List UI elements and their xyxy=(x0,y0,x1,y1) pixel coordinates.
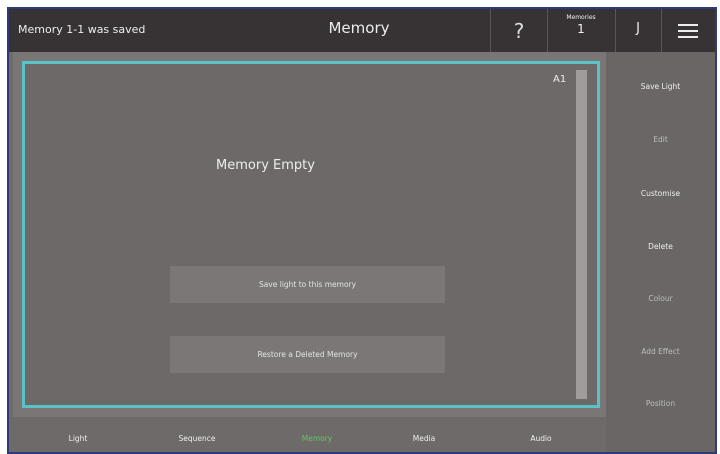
tab-media[interactable]: Media xyxy=(374,434,474,443)
memories-counter-value: 1 xyxy=(577,22,585,36)
hamburger-menu-icon[interactable] xyxy=(673,21,705,41)
memory-card[interactable]: A1 Memory Empty Save light to this memor… xyxy=(22,61,600,408)
bottom-nav: Light Sequence Memory Media Audio xyxy=(13,417,606,452)
scrollbar[interactable] xyxy=(576,70,587,399)
help-button[interactable]: ? xyxy=(491,17,547,45)
app-window: Memory 1-1 was saved Memory ? Memories 1… xyxy=(7,7,717,454)
page-title: Memory xyxy=(328,19,390,37)
menu-icon-bar xyxy=(678,36,698,38)
add-effect-button[interactable]: Add Effect xyxy=(606,347,715,356)
memory-panel: A1 Memory Empty Save light to this memor… xyxy=(13,52,606,417)
save-light-button[interactable]: Save Light xyxy=(606,82,715,91)
memory-empty-label: Memory Empty xyxy=(216,158,315,173)
restore-deleted-memory-button[interactable]: Restore a Deleted Memory xyxy=(170,336,445,373)
position-button[interactable]: Position xyxy=(606,399,715,408)
action-sidebar: Save Light Edit Customise Delete Colour … xyxy=(606,52,715,452)
memories-counter[interactable]: Memories 1 xyxy=(548,13,614,36)
status-message: Memory 1-1 was saved xyxy=(18,23,146,36)
tab-audio[interactable]: Audio xyxy=(491,434,591,443)
customise-button[interactable]: Customise xyxy=(606,189,715,198)
user-button[interactable]: J xyxy=(616,21,660,36)
memories-counter-label: Memories xyxy=(566,14,596,21)
header-bar: Memory 1-1 was saved Memory ? Memories 1… xyxy=(9,9,715,52)
colour-button[interactable]: Colour xyxy=(606,294,715,303)
tab-memory[interactable]: Memory xyxy=(267,434,367,443)
memory-slot-id: A1 xyxy=(553,74,567,85)
save-light-to-memory-button[interactable]: Save light to this memory xyxy=(170,266,445,303)
tab-sequence[interactable]: Sequence xyxy=(147,434,247,443)
tab-light[interactable]: Light xyxy=(28,434,128,443)
edit-button[interactable]: Edit xyxy=(606,135,715,144)
header-divider xyxy=(661,9,662,52)
delete-button[interactable]: Delete xyxy=(606,242,715,251)
menu-icon-bar xyxy=(678,30,698,32)
menu-icon-bar xyxy=(678,24,698,26)
